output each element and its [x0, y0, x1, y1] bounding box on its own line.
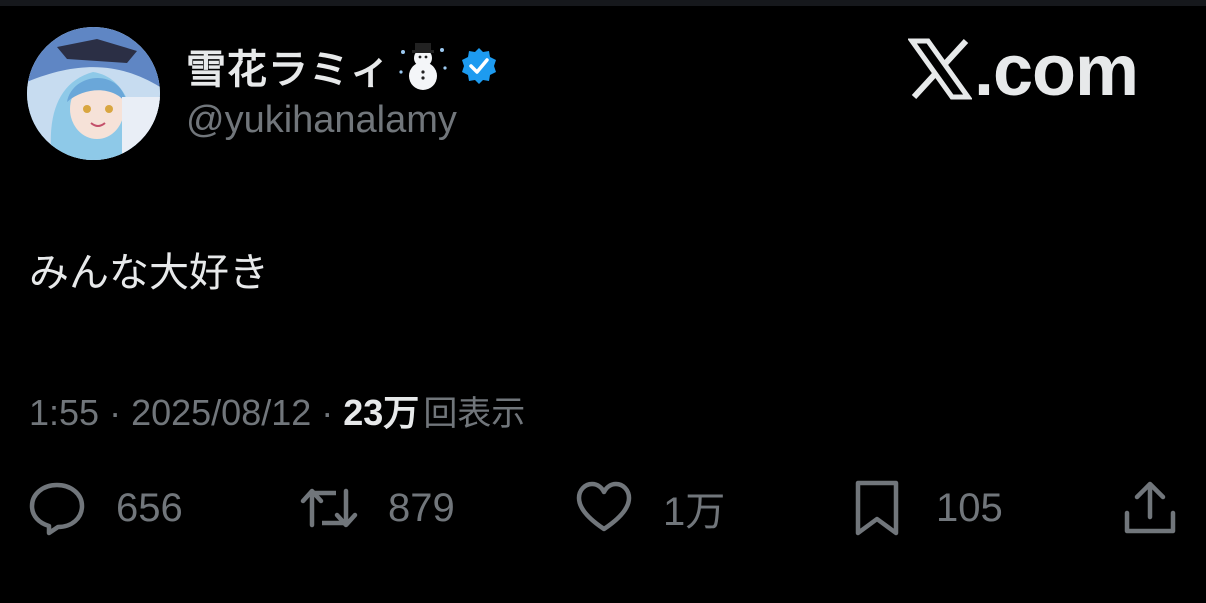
handle[interactable]: @yukihanalamy	[186, 99, 457, 142]
brand-text: .com	[973, 31, 1139, 111]
retweet-count: 879	[388, 485, 455, 530]
like-count: 1万	[663, 490, 726, 534]
x-brand: .com	[907, 30, 1139, 112]
bookmark-action[interactable]: 105	[848, 478, 1003, 538]
retweet-action[interactable]: 879	[300, 478, 455, 538]
like-action[interactable]: 1万	[575, 478, 725, 538]
tweet-meta: 1:55 · 2025/08/12 · 23万 回表示	[29, 384, 525, 436]
retweet-icon[interactable]	[300, 479, 358, 537]
tweet-text: みんな大好き	[29, 250, 269, 296]
views-label: 回表示	[423, 394, 526, 434]
avatar[interactable]	[27, 27, 160, 160]
reply-action[interactable]: 656	[28, 478, 183, 538]
bookmark-icon[interactable]	[848, 479, 906, 537]
like-icon[interactable]	[575, 479, 633, 537]
tweet-date[interactable]: 2025/08/12	[131, 392, 311, 434]
snowman-emoji-icon	[395, 38, 451, 94]
meta-separator: ·	[109, 392, 122, 433]
verified-badge-icon	[459, 46, 499, 86]
x-logo-icon	[907, 37, 973, 106]
reply-icon[interactable]	[28, 479, 86, 537]
display-name[interactable]: 雪花ラミィ	[186, 37, 391, 95]
meta-separator: ·	[321, 392, 334, 433]
bookmark-count: 105	[936, 485, 1003, 530]
top-divider	[0, 0, 1206, 6]
views-count: 23万	[343, 392, 420, 433]
reply-count: 656	[116, 485, 183, 530]
tweet-time[interactable]: 1:55	[29, 392, 99, 434]
share-icon[interactable]	[1121, 479, 1179, 537]
share-action[interactable]	[1121, 478, 1179, 538]
author-name-row: 雪花ラミィ	[186, 36, 499, 96]
